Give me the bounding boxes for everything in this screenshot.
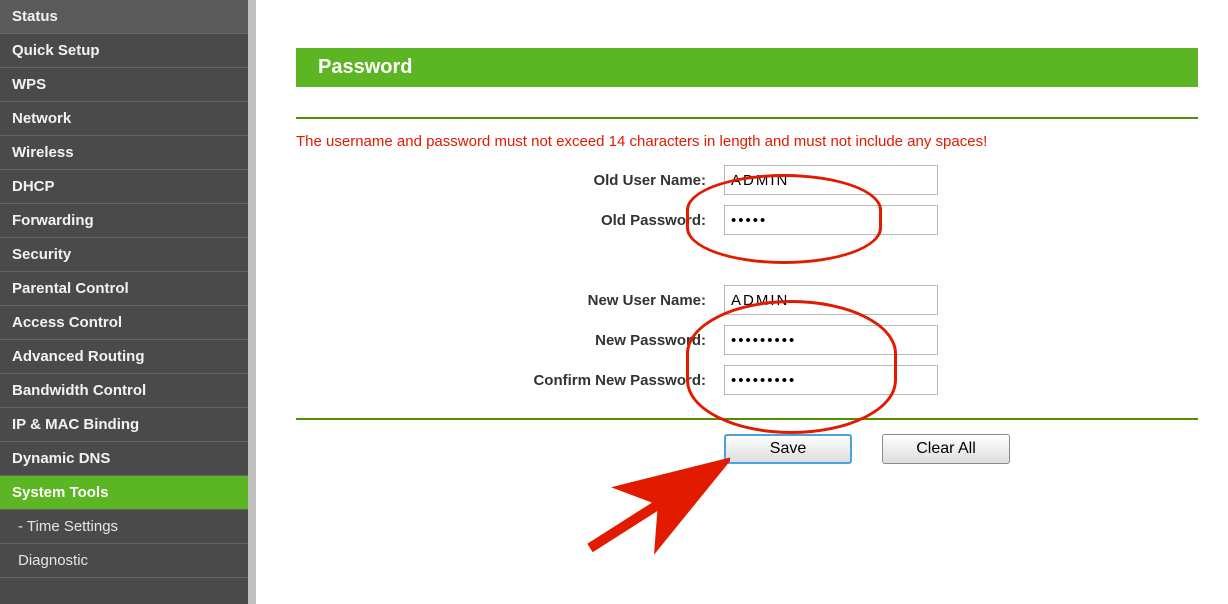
sidebar-item-system-tools[interactable]: System Tools xyxy=(0,476,248,510)
sidebar-item-quick-setup[interactable]: Quick Setup xyxy=(0,34,248,68)
sidebar-item-dhcp[interactable]: DHCP xyxy=(0,170,248,204)
sidebar-item-advanced-routing[interactable]: Advanced Routing xyxy=(0,340,248,374)
panel-title: Password xyxy=(296,48,1198,87)
sidebar-item-time-settings[interactable]: - Time Settings xyxy=(0,510,248,544)
warning-text: The username and password must not excee… xyxy=(296,133,1198,150)
sidebar-item-network[interactable]: Network xyxy=(0,102,248,136)
input-new-pass[interactable] xyxy=(724,325,938,355)
label-old-user: Old User Name: xyxy=(296,172,706,189)
divider-bottom xyxy=(296,418,1198,420)
input-old-pass[interactable] xyxy=(724,205,938,235)
label-new-pass: New Password: xyxy=(296,332,706,349)
input-confirm-pass[interactable] xyxy=(724,365,938,395)
sidebar-item-security[interactable]: Security xyxy=(0,238,248,272)
sidebar: Status Quick Setup WPS Network Wireless … xyxy=(0,0,248,604)
sidebar-item-bandwidth-control[interactable]: Bandwidth Control xyxy=(0,374,248,408)
save-button[interactable]: Save xyxy=(724,434,852,464)
sidebar-item-wps[interactable]: WPS xyxy=(0,68,248,102)
sidebar-item-dynamic-dns[interactable]: Dynamic DNS xyxy=(0,442,248,476)
password-form: Old User Name: Old Password: New User Na… xyxy=(296,160,1198,400)
sidebar-item-forwarding[interactable]: Forwarding xyxy=(0,204,248,238)
clear-all-button[interactable]: Clear All xyxy=(882,434,1010,464)
annotation-arrow-icon xyxy=(580,448,730,558)
input-old-user[interactable] xyxy=(724,165,938,195)
sidebar-divider xyxy=(248,0,256,604)
sidebar-item-wireless[interactable]: Wireless xyxy=(0,136,248,170)
input-new-user[interactable] xyxy=(724,285,938,315)
label-new-user: New User Name: xyxy=(296,292,706,309)
label-confirm-pass: Confirm New Password: xyxy=(296,372,706,389)
divider-top xyxy=(296,117,1198,119)
sidebar-item-parental-control[interactable]: Parental Control xyxy=(0,272,248,306)
sidebar-item-status[interactable]: Status xyxy=(0,0,248,34)
label-old-pass: Old Password: xyxy=(296,212,706,229)
sidebar-item-access-control[interactable]: Access Control xyxy=(0,306,248,340)
content-panel: Password The username and password must … xyxy=(256,0,1228,604)
sidebar-item-diagnostic[interactable]: Diagnostic xyxy=(0,544,248,578)
sidebar-item-ip-mac-binding[interactable]: IP & MAC Binding xyxy=(0,408,248,442)
